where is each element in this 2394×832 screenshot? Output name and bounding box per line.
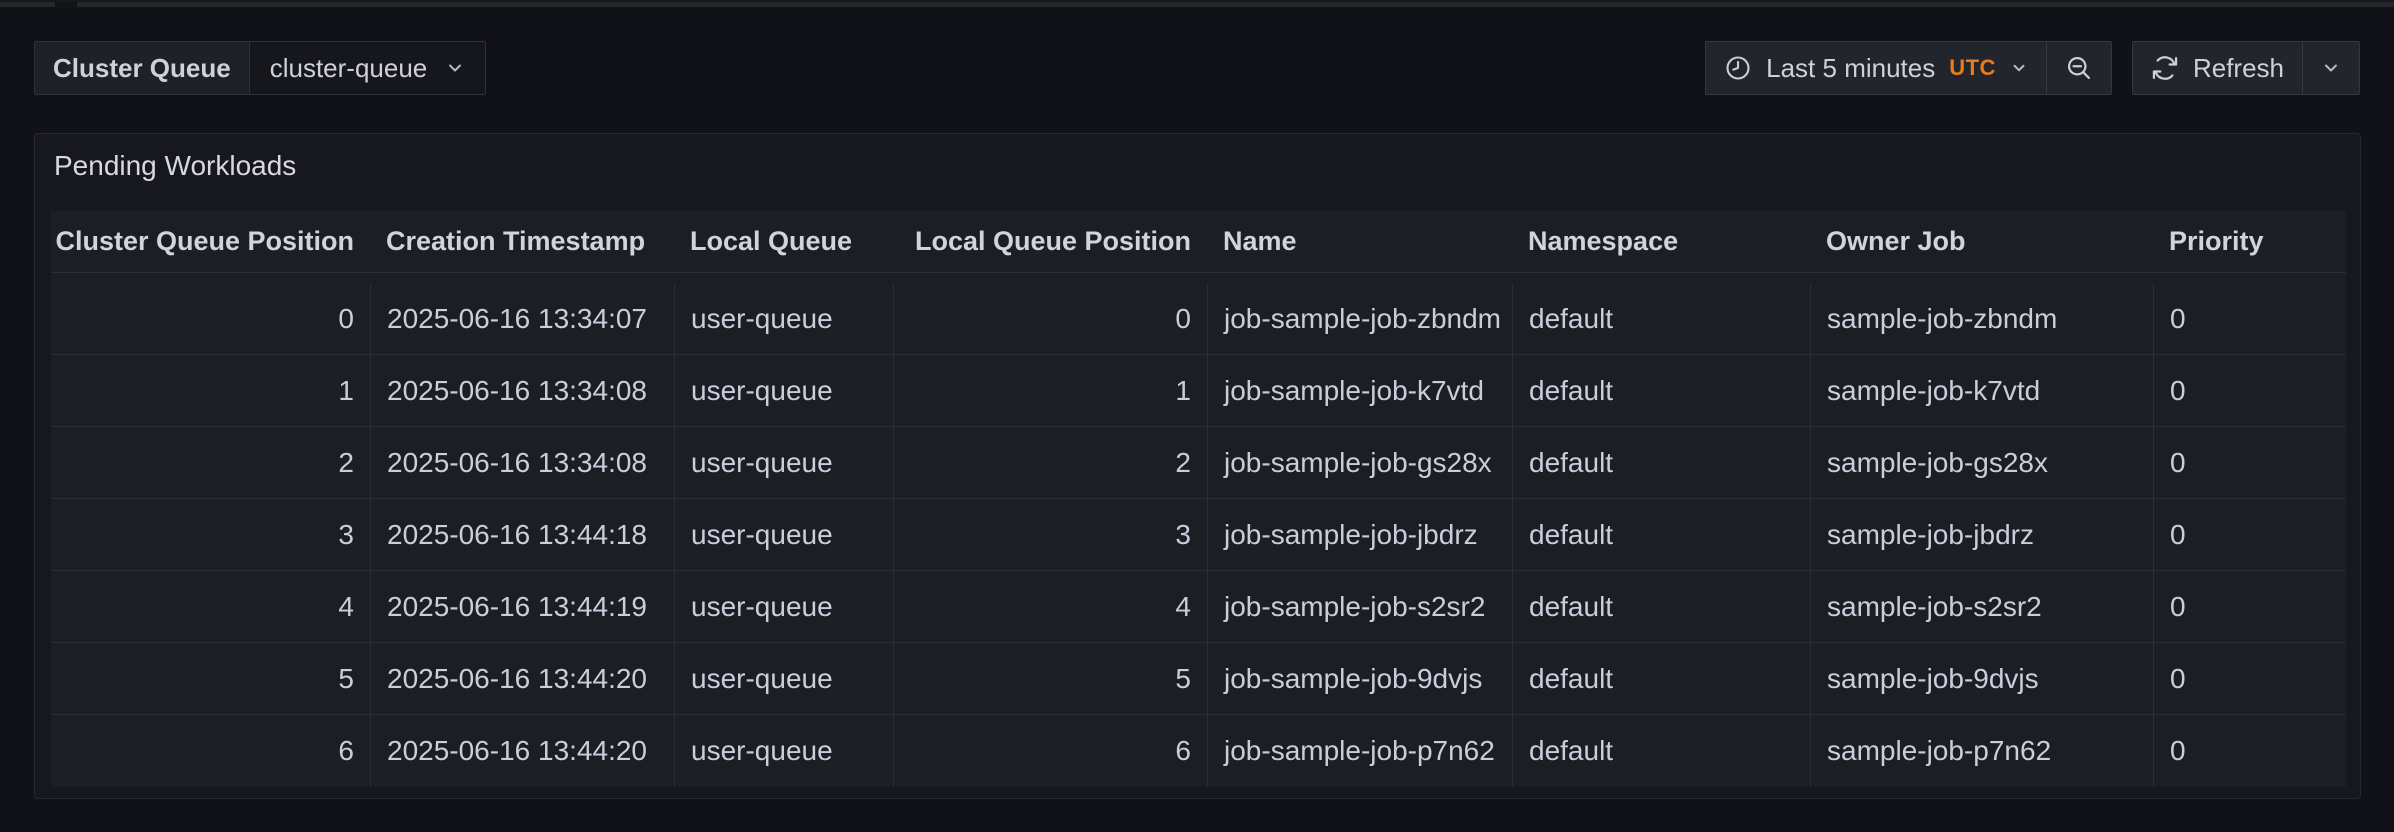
table-cell: sample-job-zbndm bbox=[1810, 283, 2153, 355]
table-cell: 0 bbox=[2153, 355, 2346, 427]
chevron-down-icon bbox=[2010, 59, 2028, 77]
refresh-label: Refresh bbox=[2193, 53, 2284, 84]
table-cell: user-queue bbox=[674, 283, 893, 355]
table-cell: 1 bbox=[51, 355, 370, 427]
table-cell: 1 bbox=[893, 355, 1207, 427]
column-header-owner-job[interactable]: Owner Job bbox=[1810, 211, 2153, 273]
table-cell: sample-job-jbdrz bbox=[1810, 499, 2153, 571]
table-cell: 0 bbox=[2153, 715, 2346, 787]
table-cell: job-sample-job-p7n62 bbox=[1207, 715, 1512, 787]
zoom-out-time-button[interactable] bbox=[2046, 42, 2111, 94]
table-cell: user-queue bbox=[674, 499, 893, 571]
table-cell: user-queue bbox=[674, 715, 893, 787]
table-cell: default bbox=[1512, 571, 1810, 643]
table-cell: 5 bbox=[893, 643, 1207, 715]
variable-value-dropdown[interactable]: cluster-queue bbox=[250, 42, 486, 94]
toolbar-right-controls: Last 5 minutes UTC Refresh bbox=[1705, 41, 2360, 95]
table-cell: 0 bbox=[893, 283, 1207, 355]
column-header-local-queue[interactable]: Local Queue bbox=[674, 211, 893, 273]
table-cell: job-sample-job-zbndm bbox=[1207, 283, 1512, 355]
clock-icon bbox=[1724, 54, 1752, 82]
table-cell: default bbox=[1512, 643, 1810, 715]
table-cell: 0 bbox=[2153, 643, 2346, 715]
table-cell: 2 bbox=[51, 427, 370, 499]
table-cell: 2025-06-16 13:44:20 bbox=[370, 643, 674, 715]
table-cell: job-sample-job-s2sr2 bbox=[1207, 571, 1512, 643]
refresh-button[interactable]: Refresh bbox=[2133, 42, 2302, 94]
table-cell: sample-job-p7n62 bbox=[1810, 715, 2153, 787]
table-cell: 0 bbox=[51, 283, 370, 355]
refresh-icon bbox=[2151, 54, 2179, 82]
table-cell: 3 bbox=[893, 499, 1207, 571]
table-cell: 3 bbox=[51, 499, 370, 571]
table-cell: 6 bbox=[51, 715, 370, 787]
table-cell: 2025-06-16 13:34:07 bbox=[370, 283, 674, 355]
table-cell: user-queue bbox=[674, 571, 893, 643]
column-header-cluster-queue-position[interactable]: Cluster Queue Position bbox=[51, 211, 370, 273]
table-cell: default bbox=[1512, 715, 1810, 787]
table-cell: user-queue bbox=[674, 643, 893, 715]
table-cell: sample-job-9dvjs bbox=[1810, 643, 2153, 715]
table-cell: default bbox=[1512, 499, 1810, 571]
column-header-creation-timestamp[interactable]: Creation Timestamp bbox=[370, 211, 674, 273]
column-header-name[interactable]: Name bbox=[1207, 211, 1512, 273]
table-cell: 2025-06-16 13:34:08 bbox=[370, 355, 674, 427]
pending-workloads-panel: Pending Workloads Cluster Queue Position… bbox=[34, 133, 2361, 799]
table-cell: 6 bbox=[893, 715, 1207, 787]
timezone-badge: UTC bbox=[1949, 55, 1996, 81]
table-cell: job-sample-job-k7vtd bbox=[1207, 355, 1512, 427]
column-header-namespace[interactable]: Namespace bbox=[1512, 211, 1810, 273]
column-header-priority[interactable]: Priority bbox=[2153, 211, 2346, 273]
table-cell: 5 bbox=[51, 643, 370, 715]
dashboard-toolbar: Cluster Queue cluster-queue Last 5 minut… bbox=[34, 41, 2360, 95]
chevron-down-icon bbox=[2321, 58, 2341, 78]
table-cell: 4 bbox=[893, 571, 1207, 643]
column-header-local-queue-position[interactable]: Local Queue Position bbox=[893, 211, 1207, 273]
panel-title[interactable]: Pending Workloads bbox=[54, 150, 296, 182]
refresh-interval-dropdown-button[interactable] bbox=[2302, 42, 2359, 94]
variable-label: Cluster Queue bbox=[35, 42, 250, 94]
variable-value-text: cluster-queue bbox=[270, 53, 428, 84]
table-cell: 2 bbox=[893, 427, 1207, 499]
table-cell: sample-job-k7vtd bbox=[1810, 355, 2153, 427]
table-cell: sample-job-gs28x bbox=[1810, 427, 2153, 499]
table-cell: user-queue bbox=[674, 355, 893, 427]
table-cell: 2025-06-16 13:34:08 bbox=[370, 427, 674, 499]
table-cell: 2025-06-16 13:44:20 bbox=[370, 715, 674, 787]
table-cell: 0 bbox=[2153, 571, 2346, 643]
grafana-dashboard: { "toolbar": { "variable": { "label": "C… bbox=[0, 0, 2394, 832]
time-range-picker-button[interactable]: Last 5 minutes UTC bbox=[1706, 42, 2046, 94]
table-cell: job-sample-job-jbdrz bbox=[1207, 499, 1512, 571]
table-cell: 2025-06-16 13:44:18 bbox=[370, 499, 674, 571]
table-cell: 4 bbox=[51, 571, 370, 643]
variable-picker-cluster-queue: Cluster Queue cluster-queue bbox=[34, 41, 486, 95]
table-cell: job-sample-job-gs28x bbox=[1207, 427, 1512, 499]
table-cell: default bbox=[1512, 355, 1810, 427]
table-cell: sample-job-s2sr2 bbox=[1810, 571, 2153, 643]
table-cell: 0 bbox=[2153, 427, 2346, 499]
time-range-label: Last 5 minutes bbox=[1766, 53, 1935, 84]
time-controls-group: Last 5 minutes UTC bbox=[1705, 41, 2112, 95]
table-cell: job-sample-job-9dvjs bbox=[1207, 643, 1512, 715]
chevron-down-icon bbox=[445, 58, 465, 78]
zoom-out-icon bbox=[2065, 54, 2093, 82]
refresh-controls-group: Refresh bbox=[2132, 41, 2360, 95]
table-cell: default bbox=[1512, 427, 1810, 499]
table-cell: 0 bbox=[2153, 499, 2346, 571]
pending-workloads-table: Cluster Queue PositionCreation Timestamp… bbox=[51, 211, 2346, 787]
table-cell: user-queue bbox=[674, 427, 893, 499]
browser-edge-strip bbox=[0, 0, 2394, 7]
table-cell: 0 bbox=[2153, 283, 2346, 355]
browser-edge-notch bbox=[55, 2, 77, 9]
table-cell: default bbox=[1512, 283, 1810, 355]
table-cell: 2025-06-16 13:44:19 bbox=[370, 571, 674, 643]
